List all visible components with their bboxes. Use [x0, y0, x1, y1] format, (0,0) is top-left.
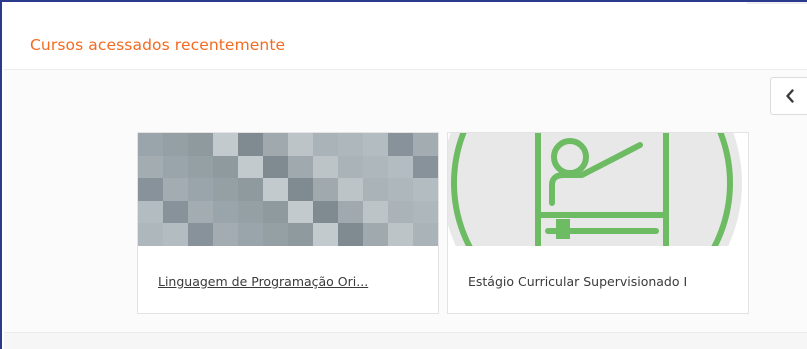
image-pixel [213, 178, 238, 201]
image-pixel [288, 200, 313, 224]
image-pixel [338, 133, 363, 156]
course-image[interactable] [138, 133, 438, 246]
image-pixel [363, 178, 388, 201]
image-pixel [363, 223, 388, 246]
image-pixel [338, 155, 363, 179]
image-pixel [188, 178, 213, 201]
image-pixel [263, 133, 288, 156]
image-pixel [263, 200, 288, 224]
image-pixel [288, 133, 313, 156]
image-pixel [313, 133, 338, 156]
block-title: Cursos acessados recentemente [30, 36, 286, 54]
image-pixel [163, 178, 188, 201]
image-pixel [213, 155, 238, 179]
image-pixel [138, 200, 163, 224]
image-pixel [238, 155, 263, 179]
image-pixel [313, 178, 338, 201]
image-pixel [163, 155, 188, 179]
block-footer [4, 332, 807, 349]
image-pixel [413, 178, 438, 201]
course-card[interactable]: Linguagem de Programação Ori... [137, 132, 439, 314]
image-pixel [263, 155, 288, 179]
image-pixel [313, 155, 338, 179]
image-pixel [138, 223, 163, 246]
image-pixel [188, 155, 213, 179]
image-pixel [338, 178, 363, 201]
image-pixel [388, 178, 413, 201]
teacher-at-board-icon [448, 133, 748, 246]
image-pixel [188, 223, 213, 246]
image-pixel [388, 155, 413, 179]
image-pixel [238, 178, 263, 201]
image-pixel [213, 223, 238, 246]
image-pixel [288, 155, 313, 179]
course-name-link[interactable]: Linguagem de Programação Ori... [158, 274, 368, 289]
image-pixel [388, 133, 413, 156]
image-pixel [238, 200, 263, 224]
pixelated-course-image [138, 133, 438, 246]
course-image[interactable] [448, 133, 748, 246]
image-pixel [363, 155, 388, 179]
image-pixel [413, 223, 438, 246]
image-pixel [138, 178, 163, 201]
course-name[interactable]: Estágio Curricular Supervisionado I [468, 274, 687, 289]
image-pixel [163, 133, 188, 156]
image-pixel [363, 200, 388, 224]
carousel-prev-button[interactable] [770, 77, 807, 115]
image-pixel [363, 133, 388, 156]
image-pixel [288, 223, 313, 246]
block-header: Cursos acessados recentemente [4, 4, 807, 70]
image-pixel [288, 178, 313, 201]
image-pixel [163, 200, 188, 224]
image-pixel [388, 200, 413, 224]
image-pixel [213, 133, 238, 156]
image-pixel [138, 133, 163, 156]
image-pixel [238, 223, 263, 246]
image-pixel [413, 200, 438, 224]
image-pixel [263, 223, 288, 246]
image-pixel [338, 200, 363, 224]
image-pixel [388, 223, 413, 246]
image-pixel [338, 223, 363, 246]
image-pixel [413, 133, 438, 156]
image-pixel [163, 223, 188, 246]
image-pixel [188, 133, 213, 156]
image-pixel [313, 223, 338, 246]
image-pixel [313, 200, 338, 224]
image-pixel [188, 200, 213, 224]
chevron-left-icon [786, 89, 794, 103]
course-card[interactable]: Estágio Curricular Supervisionado I [447, 132, 749, 314]
image-pixel [413, 155, 438, 179]
image-pixel [213, 200, 238, 224]
image-pixel [138, 155, 163, 179]
image-pixel [238, 133, 263, 156]
image-pixel [263, 178, 288, 201]
